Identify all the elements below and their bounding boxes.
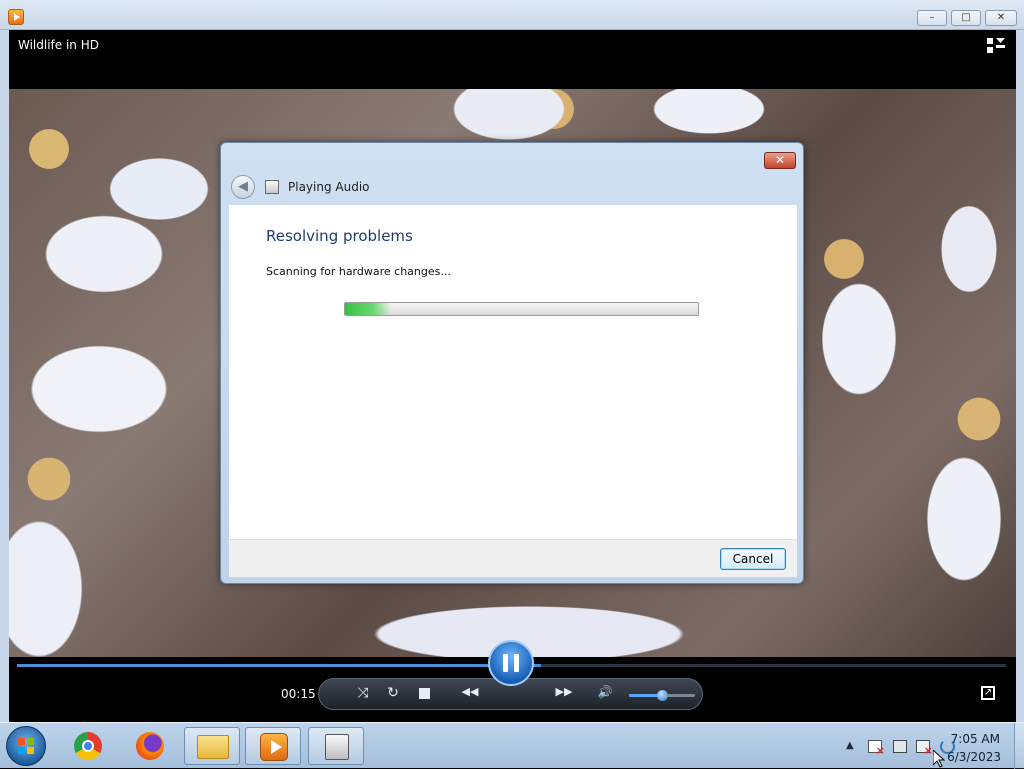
firefox-icon	[136, 732, 164, 760]
taskbar-item-media-player[interactable]	[245, 727, 301, 765]
clock-date[interactable]: 6/3/2023	[945, 750, 1001, 764]
chrome-icon	[74, 732, 102, 760]
mouse-cursor	[933, 750, 945, 768]
folder-icon	[197, 735, 229, 759]
dialog-heading: Resolving problems	[266, 227, 413, 245]
status-text: Scanning for hardware changes...	[266, 265, 451, 278]
minimize-button[interactable]: –	[917, 10, 947, 26]
taskbar-item-troubleshooter[interactable]	[308, 727, 364, 765]
volume-thumb[interactable]	[657, 690, 668, 701]
seek-bar-progress	[17, 664, 542, 667]
progress-bar	[344, 302, 699, 316]
volume-slider[interactable]	[629, 690, 695, 701]
video-title: Wildlife in HD	[18, 38, 99, 52]
start-button[interactable]	[6, 726, 46, 766]
close-window-button[interactable]: ✕	[985, 10, 1017, 26]
progress-bar-fill	[345, 303, 391, 315]
action-center-icon[interactable]	[868, 740, 885, 757]
fullscreen-button[interactable]: ↗	[981, 686, 995, 700]
taskbar: ▲ 7:05 AM 6/3/2023	[0, 722, 1024, 769]
taskbar-item-firefox[interactable]	[122, 727, 178, 765]
back-button[interactable]: ◀	[231, 175, 255, 199]
cancel-button[interactable]: Cancel	[720, 548, 786, 570]
clock-time[interactable]: 7:05 AM	[950, 732, 1000, 746]
volume-muted-icon[interactable]	[916, 740, 933, 757]
switch-to-library-icon[interactable]	[987, 38, 1005, 54]
taskbar-item-explorer[interactable]	[184, 727, 240, 765]
mute-button[interactable]: 🔊	[595, 685, 615, 699]
media-player-app-icon[interactable]	[8, 9, 24, 25]
previous-button[interactable]: ◀◀	[457, 685, 483, 698]
taskbar-item-chrome[interactable]	[60, 727, 116, 765]
elapsed-time: 00:15	[281, 687, 316, 701]
dialog-content: Resolving problems Scanning for hardware…	[229, 205, 797, 539]
troubleshooter-icon	[265, 180, 279, 194]
pause-bar-left	[503, 654, 508, 672]
show-hidden-icons-button[interactable]: ▲	[846, 740, 854, 751]
repeat-button[interactable]: ↻	[383, 685, 403, 701]
dialog-close-button[interactable]: ✕	[764, 152, 796, 169]
show-desktop-button[interactable]	[1014, 723, 1024, 769]
maximize-button[interactable]: □	[951, 10, 981, 26]
dialog-title: Playing Audio	[288, 180, 370, 194]
dialog-footer: Cancel	[229, 539, 797, 577]
shuffle-button[interactable]: ⤨	[353, 685, 373, 701]
media-player-icon	[260, 733, 288, 761]
stop-button[interactable]	[419, 688, 430, 699]
window-frame-right	[1015, 30, 1024, 722]
next-button[interactable]: ▶▶	[551, 685, 577, 698]
troubleshooter-dialog: ✕ ◀ Playing Audio Resolving problems Sca…	[220, 142, 804, 584]
pause-button[interactable]	[488, 640, 534, 686]
window-frame-left	[0, 30, 9, 722]
pause-bar-right	[514, 654, 519, 672]
troubleshooter-icon	[325, 734, 349, 760]
network-icon[interactable]	[893, 740, 907, 753]
window-titlebar[interactable]: – □ ✕	[0, 0, 1024, 30]
